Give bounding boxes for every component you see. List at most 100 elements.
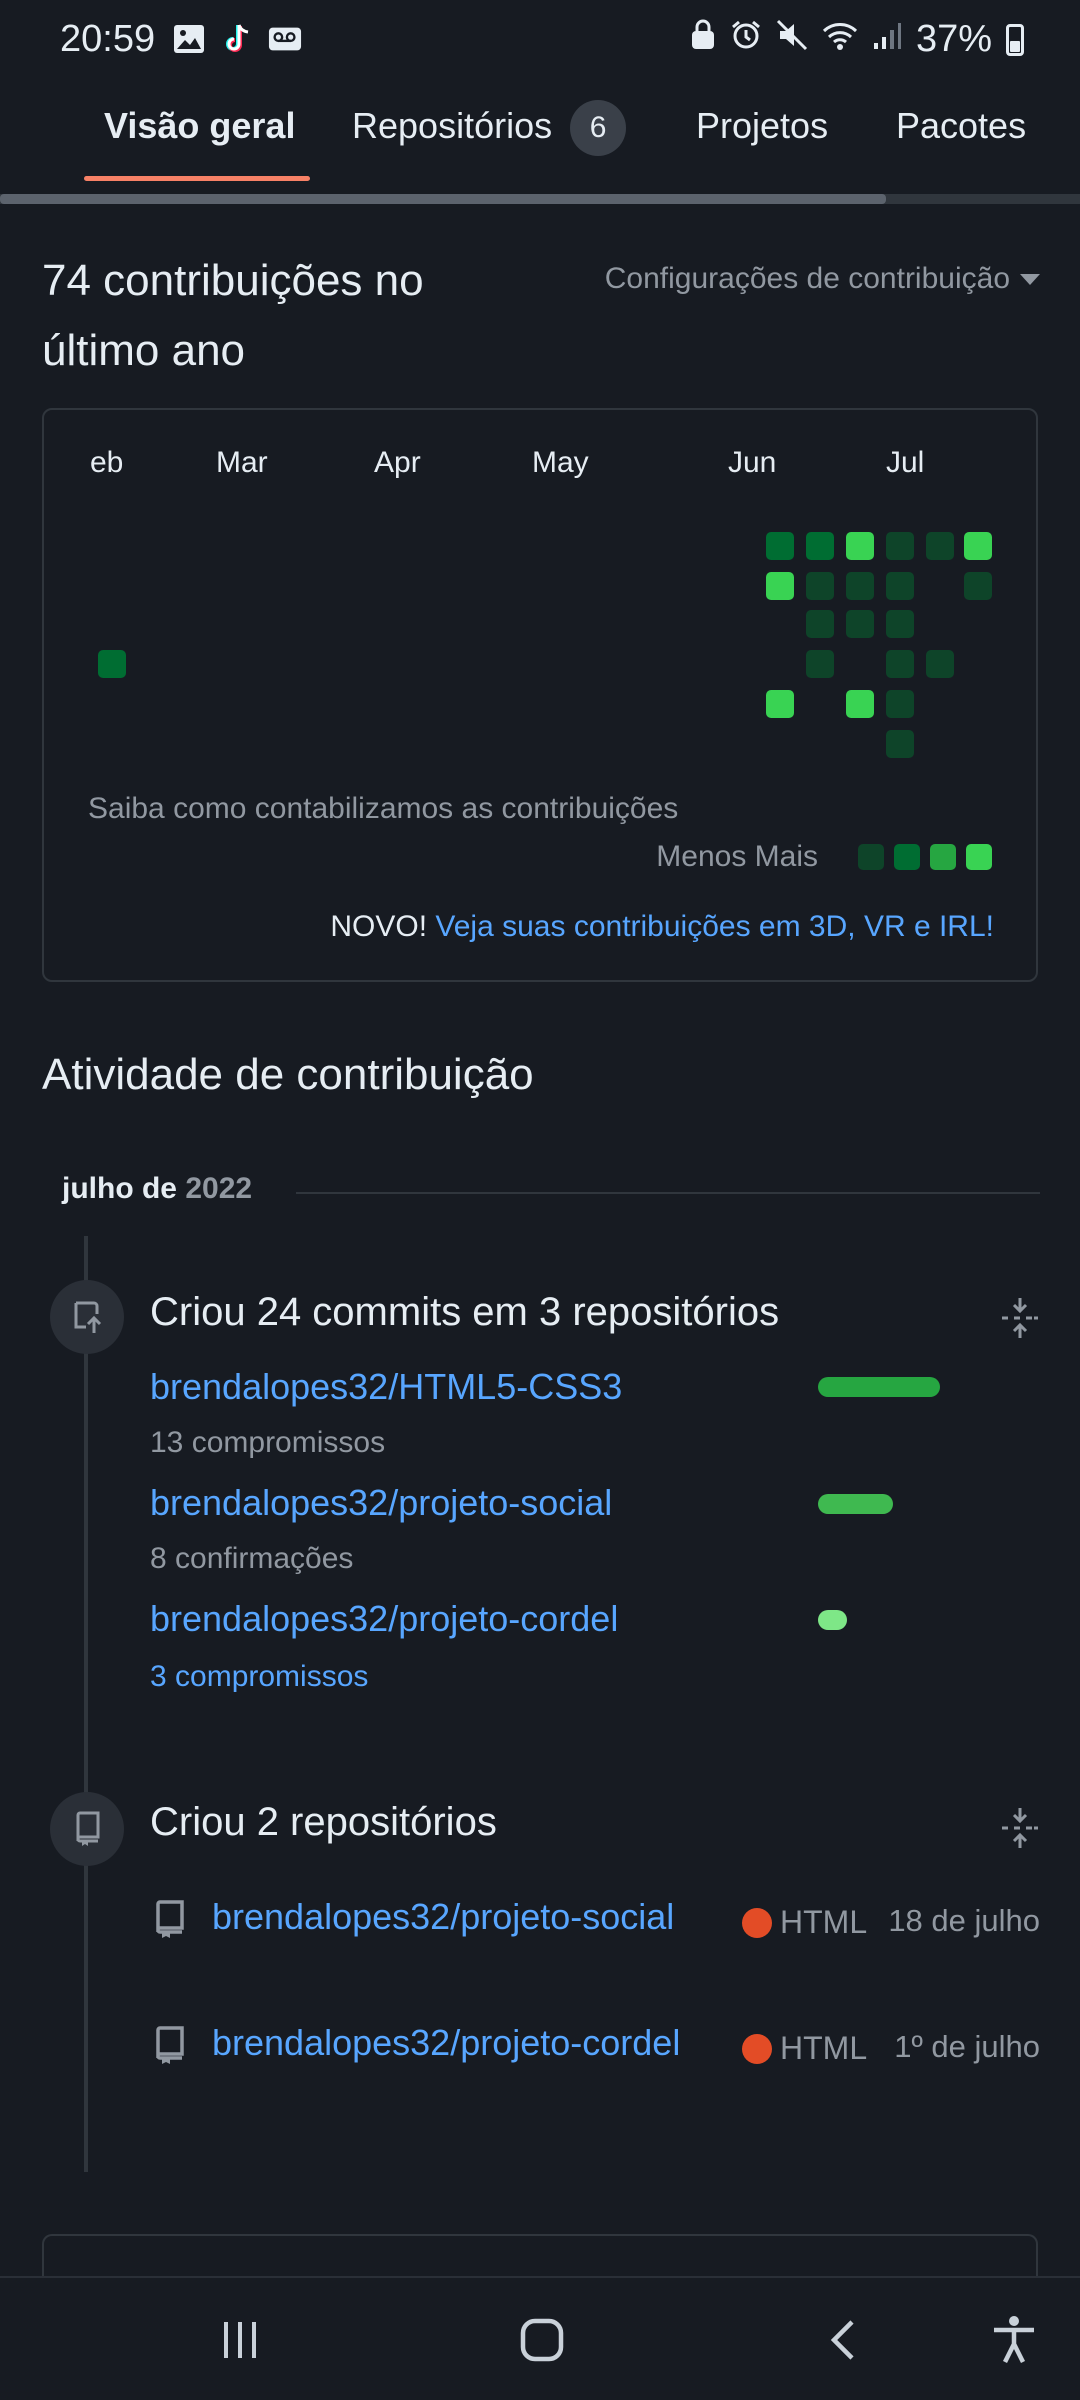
repo-icon bbox=[50, 1792, 124, 1866]
contribution-day-cell[interactable] bbox=[846, 610, 874, 638]
contribution-day-cell[interactable] bbox=[806, 572, 834, 600]
created-repo-link[interactable]: brendalopes32/projeto-cordel bbox=[212, 2022, 680, 2064]
contribution-day-cell[interactable] bbox=[806, 610, 834, 638]
contribution-day-cell[interactable] bbox=[886, 690, 914, 718]
contribution-day-cell[interactable] bbox=[766, 532, 794, 560]
commit-repo-link[interactable]: brendalopes32/projeto-social bbox=[150, 1482, 612, 1524]
commit-count: 13 compromissos bbox=[150, 1426, 386, 1459]
commit-repo-link[interactable]: brendalopes32/projeto-cordel bbox=[150, 1598, 618, 1640]
contribution-day-cell[interactable] bbox=[766, 572, 794, 600]
activity-year: 2022 bbox=[185, 1172, 253, 1205]
timeline-line bbox=[84, 1236, 88, 2172]
repo-push-icon bbox=[50, 1280, 124, 1354]
fold-icon[interactable] bbox=[1000, 1806, 1040, 1850]
contribution-day-cell[interactable] bbox=[806, 532, 834, 560]
profile-tabs: Visão geral Repositórios 6 Projetos Pacot… bbox=[0, 78, 1080, 204]
tabs-scrollbar[interactable] bbox=[0, 194, 886, 204]
repo-icon bbox=[152, 1900, 188, 1940]
contribution-day-cell[interactable] bbox=[926, 650, 954, 678]
tiktok-icon bbox=[220, 22, 254, 56]
tab-repositories[interactable]: Repositórios 6 bbox=[352, 96, 627, 157]
tab-overview-label: Visão geral bbox=[104, 105, 296, 146]
contribution-day-cell[interactable] bbox=[886, 610, 914, 638]
contribution-day-cell[interactable] bbox=[846, 690, 874, 718]
repositories-count-badge: 6 bbox=[570, 100, 627, 157]
contributions-title: 74 contribuições no último ano bbox=[42, 256, 424, 375]
system-nav-bar bbox=[0, 2276, 1080, 2400]
commit-share-bar bbox=[818, 1377, 940, 1397]
tab-packages-label: Pacotes bbox=[896, 105, 1027, 146]
contribution-legend: Menos Mais bbox=[656, 840, 992, 874]
lock-icon bbox=[690, 18, 716, 61]
activity-month: julho de bbox=[62, 1172, 177, 1205]
legend-label: Menos Mais bbox=[656, 840, 818, 873]
contribution-day-cell[interactable] bbox=[886, 532, 914, 560]
contribution-calendar: eb Mar Apr May Jun Jul Saiba como contab… bbox=[42, 408, 1038, 982]
active-tab-indicator bbox=[84, 176, 310, 181]
tab-packages[interactable]: Pacotes bbox=[896, 96, 1026, 156]
created-repos-title: Criou 2 repositórios bbox=[150, 1800, 497, 1844]
contribution-day-cell[interactable] bbox=[98, 650, 126, 678]
recents-button[interactable] bbox=[208, 2308, 272, 2372]
chevron-down-icon bbox=[1020, 273, 1040, 285]
contribution-day-cell[interactable] bbox=[846, 572, 874, 600]
accessibility-button[interactable] bbox=[982, 2308, 1046, 2372]
novo-banner: NOVO! Veja suas contribuições em 3D, VR … bbox=[330, 910, 994, 944]
month-label: eb bbox=[90, 446, 124, 479]
month-label: Apr bbox=[374, 446, 421, 479]
home-button[interactable] bbox=[510, 2308, 574, 2372]
skyline-link[interactable]: Veja suas contribuições em 3D, VR e IRL! bbox=[435, 910, 994, 943]
wifi-icon bbox=[822, 18, 858, 61]
language-label: HTML bbox=[780, 2030, 868, 2066]
tab-repositories-label: Repositórios bbox=[352, 105, 553, 146]
contribution-day-cell[interactable] bbox=[886, 572, 914, 600]
legend-level-1 bbox=[858, 844, 884, 870]
contribution-day-cell[interactable] bbox=[926, 532, 954, 560]
alarm-icon bbox=[730, 18, 762, 61]
contribution-day-cell[interactable] bbox=[886, 650, 914, 678]
tab-projects[interactable]: Projetos bbox=[696, 96, 828, 156]
tab-overview[interactable]: Visão geral bbox=[104, 96, 295, 156]
image-icon bbox=[172, 22, 206, 56]
fold-icon[interactable] bbox=[1000, 1296, 1040, 1340]
repo-icon bbox=[152, 2026, 188, 2066]
contribution-day-cell[interactable] bbox=[846, 532, 874, 560]
contribution-settings-dropdown[interactable]: Configurações de contribuição bbox=[605, 262, 1040, 296]
month-label: Mar bbox=[216, 446, 268, 479]
contributions-help-link[interactable]: Saiba como contabilizamos as contribuiçõ… bbox=[88, 792, 678, 826]
created-repo-link[interactable]: brendalopes32/projeto-social bbox=[212, 1896, 674, 1938]
legend-level-2 bbox=[894, 844, 920, 870]
legend-level-3 bbox=[930, 844, 956, 870]
commit-repo-link[interactable]: brendalopes32/HTML5-CSS3 bbox=[150, 1366, 622, 1408]
novo-prefix: NOVO! bbox=[330, 910, 428, 943]
month-label: Jun bbox=[728, 446, 777, 479]
contribution-day-cell[interactable] bbox=[964, 572, 992, 600]
mute-icon bbox=[776, 18, 808, 61]
month-label: Jul bbox=[886, 446, 925, 479]
legend-level-4 bbox=[966, 844, 992, 870]
language-label: HTML bbox=[780, 1904, 868, 1940]
commit-share-bar bbox=[818, 1494, 893, 1514]
contribution-day-cell[interactable] bbox=[886, 730, 914, 758]
repo-language: HTML bbox=[742, 1904, 867, 1941]
signal-icon bbox=[872, 18, 902, 61]
activity-title: Atividade de contribuição bbox=[42, 1050, 534, 1099]
battery-percent: 37% bbox=[915, 18, 992, 60]
created-date: 18 de julho bbox=[888, 1903, 1040, 1938]
commit-count: 8 confirmações bbox=[150, 1542, 354, 1575]
contribution-day-cell[interactable] bbox=[766, 690, 794, 718]
commit-count-link[interactable]: 3 compromissos bbox=[150, 1660, 368, 1694]
status-bar: 20:59 37% bbox=[0, 0, 1080, 78]
back-button[interactable] bbox=[812, 2308, 876, 2372]
repo-language: HTML bbox=[742, 2030, 867, 2067]
voicemail-icon bbox=[268, 22, 302, 56]
activity-month-heading: julho de 2022 bbox=[62, 1172, 252, 1206]
status-time: 20:59 bbox=[60, 18, 156, 60]
contribution-day-cell[interactable] bbox=[806, 650, 834, 678]
commit-share-bar bbox=[818, 1610, 847, 1630]
created-date: 1º de julho bbox=[894, 2029, 1040, 2064]
battery-icon bbox=[1006, 23, 1024, 56]
contribution-day-cell[interactable] bbox=[964, 532, 992, 560]
commits-group-title: Criou 24 commits em 3 repositórios bbox=[150, 1290, 780, 1334]
month-label: May bbox=[532, 446, 589, 479]
